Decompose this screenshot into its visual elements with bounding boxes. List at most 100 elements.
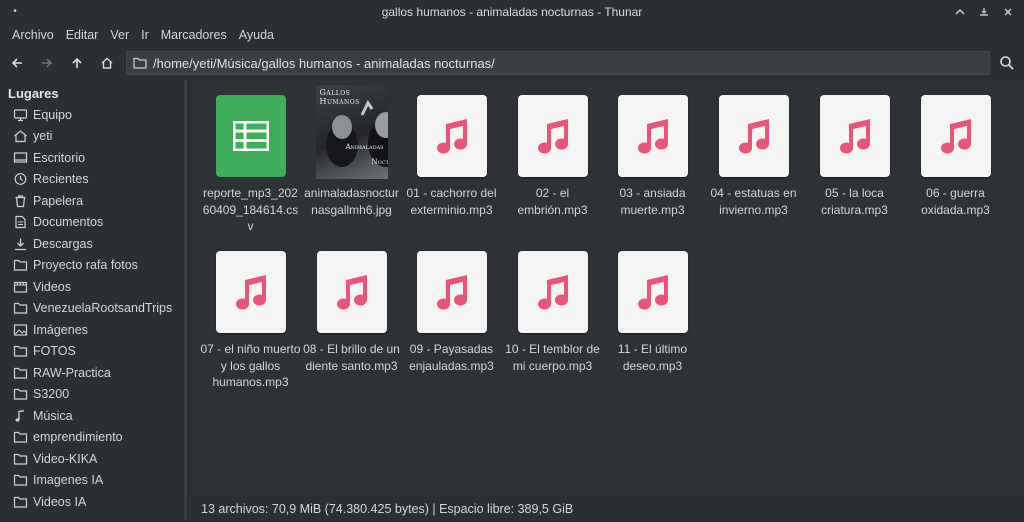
audio-file-icon xyxy=(215,251,286,333)
file-thumbnail xyxy=(316,251,388,333)
file-item[interactable]: 03 - ansiada muerte.mp3 xyxy=(602,95,703,218)
sidebar-item-videos[interactable]: Videos xyxy=(0,276,188,298)
file-name: 10 - El temblor de mi cuerpo.mp3 xyxy=(505,342,600,373)
file-view: reporte_mp3_20260409_184614.csv Gallos Hu… xyxy=(190,80,1024,496)
music-note-icon xyxy=(336,275,367,310)
music-note-icon xyxy=(537,119,568,154)
home-button[interactable] xyxy=(94,50,120,76)
file-item[interactable]: 11 - El último deseo.mp3 xyxy=(602,251,703,374)
sidebar-item-fotos[interactable]: FOTOS xyxy=(0,341,188,363)
file-name: animaladasnocturnasgallmh6.jpg xyxy=(304,186,399,217)
file-item[interactable]: Gallos Humanos Animaladas Nocturnas animala… xyxy=(301,85,402,218)
sidebar-item-papelera[interactable]: Papelera xyxy=(0,190,188,212)
music-note-icon xyxy=(940,119,971,154)
cover-subtitle-1: Animaladas xyxy=(345,143,384,151)
sidebar-item-recientes[interactable]: Recientes xyxy=(0,169,188,191)
close-button[interactable] xyxy=(998,2,1018,22)
window-menu-icon[interactable]: • xyxy=(8,5,22,19)
sidebar-item-proyecto-rafa-fotos[interactable]: Proyecto rafa fotos xyxy=(0,255,188,277)
status-text: 13 archivos: 70,9 MiB (74.380.425 bytes)… xyxy=(201,502,574,516)
menu-editar[interactable]: Editar xyxy=(60,28,105,42)
sidebar-item-raw-practica[interactable]: RAW-Practica xyxy=(0,362,188,384)
sidebar-item-label: RAW-Practica xyxy=(33,365,111,380)
audio-file-icon xyxy=(517,95,588,177)
file-item[interactable]: 05 - la loca criatura.mp3 xyxy=(804,95,905,218)
sidebar-item-escritorio[interactable]: Escritorio xyxy=(0,147,188,169)
menu-ir[interactable]: Ir xyxy=(135,28,155,42)
file-name: 03 - ansiada muerte.mp3 xyxy=(619,186,686,217)
file-item[interactable]: 07 - el niño muerto y los gallos humanos… xyxy=(200,251,301,391)
sidebar-item-label: S3200 xyxy=(33,387,70,402)
location-path: /home/yeti/Música/gallos humanos - anima… xyxy=(153,55,495,71)
sidebar-item-s3200[interactable]: S3200 xyxy=(0,384,188,406)
file-item[interactable]: 02 - el embrión.mp3 xyxy=(502,95,603,218)
sidebar-item-venezuelarootsandtrips[interactable]: VenezuelaRootsandTrips xyxy=(0,298,188,320)
file-item[interactable]: 10 - El temblor de mi cuerpo.mp3 xyxy=(502,251,603,374)
audio-file-icon xyxy=(617,251,688,333)
sidebar-item-documentos[interactable]: Documentos xyxy=(0,212,188,234)
sidebar: Lugares Equipo yeti Escritorio Recientes Pap… xyxy=(0,80,188,522)
file-thumbnail xyxy=(215,251,287,333)
file-item[interactable]: 04 - estatuas en invierno.mp3 xyxy=(703,95,804,218)
audio-file-icon xyxy=(416,251,487,333)
file-item[interactable]: reporte_mp3_20260409_184614.csv xyxy=(200,95,301,235)
file-name: 04 - estatuas en invierno.mp3 xyxy=(710,186,797,217)
sidebar-item-label: Imagenes IA xyxy=(33,473,104,488)
menu-ver[interactable]: Ver xyxy=(104,28,135,42)
back-button[interactable] xyxy=(4,50,30,76)
sidebar-item-emprendimiento[interactable]: emprendimiento xyxy=(0,427,188,449)
sidebar-item-label: Videos IA xyxy=(33,494,87,509)
forward-button[interactable] xyxy=(34,50,60,76)
music-note-icon xyxy=(637,119,668,154)
file-name: reporte_mp3_20260409_184614.csv xyxy=(202,186,299,233)
sidebar-item-label: Música xyxy=(33,408,73,423)
folder-icon xyxy=(13,260,28,271)
sidebar-item-video-kika[interactable]: Video-KIKA xyxy=(0,448,188,470)
sidebar-item-equipo[interactable]: Equipo xyxy=(0,104,188,126)
sidebar-item-descargas[interactable]: Descargas xyxy=(0,233,188,255)
audio-file-icon xyxy=(718,95,789,177)
music-note-icon xyxy=(839,119,870,154)
sidebar-item-videos-ia[interactable]: Videos IA xyxy=(0,491,188,513)
cover-title: Gallos Humanos xyxy=(319,88,360,106)
sidebar-scrollbar[interactable] xyxy=(184,80,187,520)
folder-icon xyxy=(133,57,147,69)
location-bar[interactable]: /home/yeti/Música/gallos humanos - anima… xyxy=(126,51,990,75)
sidebar-item-label: emprendimiento xyxy=(33,430,123,445)
sidebar-item-label: FOTOS xyxy=(33,344,76,359)
sidebar-item-label: Imágenes xyxy=(33,322,88,337)
sidebar-item-imagenes-ia[interactable]: Imagenes IA xyxy=(0,470,188,492)
sidebar-item-imágenes[interactable]: Imágenes xyxy=(0,319,188,341)
search-button[interactable] xyxy=(998,54,1016,72)
spreadsheet-icon xyxy=(215,95,286,177)
menu-archivo[interactable]: Archivo xyxy=(6,28,60,42)
file-item[interactable]: 09 - Payasadas enjauladas.mp3 xyxy=(401,251,502,374)
folder-icon xyxy=(13,496,28,508)
menu-marcadores[interactable]: Marcadores xyxy=(155,28,233,42)
toolbar: /home/yeti/Música/gallos humanos - anima… xyxy=(0,48,1024,78)
title-bar: • gallos humanos - animaladas nocturnas … xyxy=(0,0,1024,24)
sidebar-item-yeti[interactable]: yeti xyxy=(0,126,188,148)
home-icon xyxy=(101,57,113,69)
audio-file-icon xyxy=(920,95,991,177)
music-note-icon xyxy=(637,275,668,310)
file-name: 05 - la loca criatura.mp3 xyxy=(821,186,888,217)
album-cover-thumbnail: Gallos Humanos Animaladas Nocturnas xyxy=(315,85,388,179)
audio-file-icon xyxy=(617,95,688,177)
file-item[interactable]: 01 - cachorro del exterminio.mp3 xyxy=(401,95,502,218)
file-item[interactable]: 06 - guerra oxidada.mp3 xyxy=(905,95,1006,218)
trash-icon xyxy=(15,195,26,207)
file-item[interactable]: 08 - El brillo de un diente santo.mp3 xyxy=(301,251,402,374)
maximize-button[interactable] xyxy=(974,2,994,22)
file-thumbnail xyxy=(517,95,589,177)
sidebar-item-label: Videos xyxy=(33,279,71,294)
arrow-left-icon xyxy=(11,58,22,68)
up-button[interactable] xyxy=(64,50,90,76)
document-icon xyxy=(15,216,26,229)
sidebar-item-música[interactable]: Música xyxy=(0,405,188,427)
minimize-button[interactable] xyxy=(950,2,970,22)
menu-ayuda[interactable]: Ayuda xyxy=(233,28,280,42)
file-thumbnail xyxy=(517,251,589,333)
file-thumbnail xyxy=(416,95,488,177)
file-thumbnail xyxy=(617,251,689,333)
